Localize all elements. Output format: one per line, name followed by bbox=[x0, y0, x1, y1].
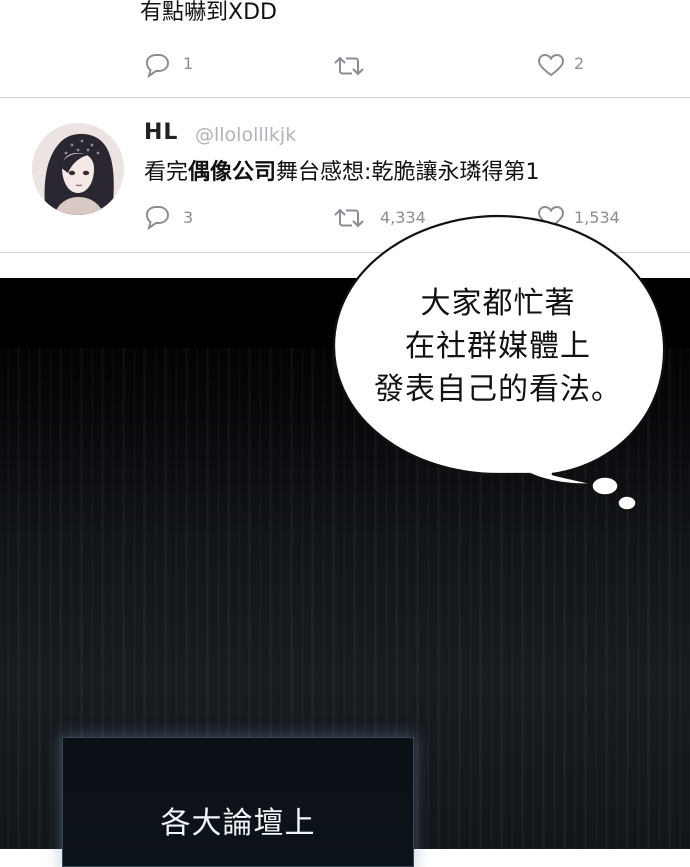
tweet-2-text: 看完偶像公司舞台感想:乾脆讓永璘得第1 bbox=[144, 154, 539, 186]
tweet-2-text-suffix: 舞台感想:乾脆讓永璘得第1 bbox=[276, 160, 540, 185]
speech-line-1: 大家都忙著 bbox=[420, 286, 576, 321]
tweet-2-text-bold: 偶像公司 bbox=[188, 160, 277, 185]
speech-line-2: 在社群媒體上 bbox=[405, 329, 591, 364]
tweet-2-handle[interactable]: @llololllkjk bbox=[195, 124, 296, 146]
reply-count: 3 bbox=[183, 208, 194, 227]
screen-caption: 各大論壇上 bbox=[160, 806, 316, 841]
like-count: 2 bbox=[574, 54, 585, 73]
tweet-2-text-prefix: 看完 bbox=[144, 160, 189, 185]
speech-bubble-text: 大家都忙著 在社群媒體上 發表自己的看法。 bbox=[353, 282, 643, 411]
reply-icon[interactable] bbox=[143, 52, 171, 79]
avatar[interactable] bbox=[32, 123, 124, 215]
like-icon[interactable] bbox=[537, 53, 565, 78]
tweet-1: 有點嚇到XDD 1 2 bbox=[0, 0, 690, 98]
tweet-2-name[interactable]: HL bbox=[144, 120, 178, 145]
reply-count: 1 bbox=[183, 54, 194, 73]
reply-icon[interactable] bbox=[143, 204, 171, 231]
tweet-1-text: 有點嚇到XDD bbox=[140, 0, 277, 25]
retweet-icon[interactable] bbox=[333, 54, 365, 78]
speech-line-3: 發表自己的看法。 bbox=[374, 372, 622, 407]
